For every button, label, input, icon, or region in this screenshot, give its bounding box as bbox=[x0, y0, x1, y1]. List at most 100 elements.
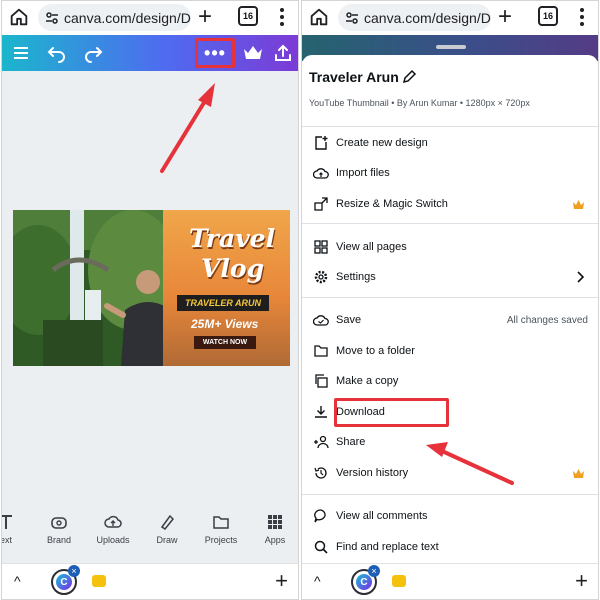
menu-item-find-replace[interactable]: Find and replace text bbox=[302, 534, 598, 560]
nav-projects[interactable]: Projects bbox=[191, 513, 251, 545]
canva-logo-icon: C bbox=[56, 574, 72, 590]
menu-item-move-to-folder[interactable]: Move to a folder bbox=[302, 338, 598, 364]
tab-count-button[interactable]: 16 bbox=[538, 6, 558, 26]
menu-item-save[interactable]: Save All changes saved bbox=[302, 307, 598, 333]
right-screenshot-panel: canva.com/design/DA + 16 Traveler Arun Y… bbox=[301, 0, 599, 600]
new-tab-icon[interactable]: + bbox=[498, 5, 512, 29]
nav-label: Projects bbox=[204, 535, 238, 545]
canva-logo-icon: C bbox=[356, 574, 372, 590]
menu-item-view-comments[interactable]: View all comments bbox=[302, 503, 598, 529]
canva-toolbar: ••• bbox=[2, 35, 298, 71]
editor-bottom-nav: ext Brand Uploads Draw Projects Apps bbox=[2, 513, 298, 553]
close-icon[interactable]: × bbox=[368, 565, 380, 577]
url-text: canva.com/design/DA bbox=[64, 9, 191, 26]
thumbnail-title-line1: Travel bbox=[189, 224, 276, 253]
chevron-up-icon[interactable]: ^ bbox=[14, 573, 21, 589]
cloud-upload-icon bbox=[104, 515, 122, 528]
menu-item-version-history[interactable]: Version history bbox=[302, 460, 598, 486]
menu-item-share[interactable]: Share bbox=[302, 429, 598, 455]
undo-icon[interactable] bbox=[46, 43, 68, 63]
url-field[interactable]: canva.com/design/DA bbox=[338, 4, 491, 31]
nav-draw[interactable]: Draw bbox=[137, 513, 197, 545]
divider bbox=[302, 297, 598, 298]
waterfall-photo bbox=[13, 210, 173, 366]
divider bbox=[302, 494, 598, 495]
menu-item-label: Find and replace text bbox=[336, 541, 439, 553]
design-title[interactable]: Traveler Arun bbox=[309, 69, 598, 85]
nav-brand[interactable]: Brand bbox=[29, 513, 89, 545]
browser-menu-icon[interactable] bbox=[579, 6, 585, 28]
nav-label: ext bbox=[1, 535, 12, 545]
download-icon bbox=[315, 406, 327, 418]
thumbnail-title-line2: Vlog bbox=[201, 254, 265, 283]
design-thumbnail[interactable]: Travel Vlog TRAVELER ARUN 25M+ Views WAT… bbox=[13, 210, 290, 366]
menu-item-label: Share bbox=[336, 436, 366, 448]
download-highlight-box bbox=[334, 398, 449, 427]
gear-icon bbox=[314, 270, 328, 284]
extension-icon[interactable] bbox=[92, 575, 106, 587]
menu-item-view-all-pages[interactable]: View all pages bbox=[302, 234, 598, 260]
browser-address-bar: canva.com/design/DA + 16 bbox=[2, 1, 298, 35]
url-field[interactable]: canva.com/design/DA bbox=[38, 4, 191, 31]
search-icon bbox=[314, 540, 328, 554]
nav-apps[interactable]: Apps bbox=[245, 513, 298, 545]
menu-item-import-files[interactable]: Import files bbox=[302, 160, 598, 186]
folder-icon bbox=[314, 345, 328, 357]
menu-item-label: Resize & Magic Switch bbox=[336, 198, 448, 210]
chevron-right-icon bbox=[577, 271, 584, 283]
history-icon bbox=[314, 467, 327, 479]
crown-icon[interactable] bbox=[242, 43, 264, 63]
pen-icon bbox=[160, 514, 175, 531]
menu-item-label: View all comments bbox=[336, 510, 428, 522]
browser-menu-icon[interactable] bbox=[279, 6, 285, 28]
sheet-drag-handle[interactable] bbox=[436, 45, 466, 49]
more-options-button[interactable]: ••• bbox=[195, 38, 235, 68]
divider bbox=[302, 223, 598, 224]
browser-address-bar: canva.com/design/DA + 16 bbox=[302, 1, 598, 35]
plus-icon[interactable]: + bbox=[575, 568, 588, 594]
site-settings-icon[interactable] bbox=[344, 10, 360, 26]
nav-label: Brand bbox=[46, 535, 72, 545]
menu-item-create-new-design[interactable]: Create new design bbox=[302, 130, 598, 156]
new-tab-icon[interactable]: + bbox=[198, 5, 212, 29]
browser-bottom-bar: ^ C × + bbox=[302, 563, 598, 599]
url-text: canva.com/design/DA bbox=[364, 9, 491, 26]
hamburger-menu-icon[interactable] bbox=[11, 43, 33, 63]
menu-item-settings[interactable]: Settings bbox=[302, 264, 598, 290]
menu-item-resize[interactable]: Resize & Magic Switch bbox=[302, 191, 598, 217]
divider bbox=[302, 126, 598, 127]
extension-icon[interactable] bbox=[392, 575, 406, 587]
text-icon bbox=[2, 515, 12, 529]
resize-icon bbox=[314, 197, 328, 211]
home-icon[interactable] bbox=[8, 6, 30, 28]
grid-icon bbox=[314, 240, 328, 254]
redo-icon[interactable] bbox=[82, 43, 104, 63]
menu-item-label: Make a copy bbox=[336, 375, 399, 387]
tab-count-button[interactable]: 16 bbox=[238, 6, 258, 26]
chevron-up-icon[interactable]: ^ bbox=[314, 573, 321, 589]
design-subtitle: YouTube Thumbnail • By Arun Kumar • 1280… bbox=[309, 98, 530, 108]
share-people-icon bbox=[314, 435, 329, 449]
close-icon[interactable]: × bbox=[68, 565, 80, 577]
nav-uploads[interactable]: Uploads bbox=[83, 513, 143, 545]
menu-item-label: Import files bbox=[336, 167, 390, 179]
pencil-icon[interactable] bbox=[401, 69, 417, 85]
folder-icon bbox=[213, 516, 229, 529]
grid-icon bbox=[268, 515, 282, 529]
thumbnail-name-banner: TRAVELER ARUN bbox=[177, 295, 269, 311]
cloud-check-icon bbox=[313, 315, 329, 326]
brand-icon bbox=[51, 517, 67, 529]
menu-item-make-a-copy[interactable]: Make a copy bbox=[302, 368, 598, 394]
plus-doc-icon bbox=[315, 136, 328, 150]
save-status: All changes saved bbox=[506, 314, 588, 326]
plus-icon[interactable]: + bbox=[275, 568, 288, 594]
menu-item-label: Save bbox=[336, 314, 362, 326]
thumbnail-views: 25M+ Views bbox=[191, 317, 259, 331]
menu-item-label: View all pages bbox=[336, 241, 407, 253]
premium-crown-icon bbox=[573, 199, 584, 209]
share-upload-icon[interactable] bbox=[272, 43, 294, 63]
menu-item-label: Version history bbox=[336, 467, 409, 479]
thumbnail-cta: WATCH NOW bbox=[194, 336, 256, 349]
site-settings-icon[interactable] bbox=[44, 10, 60, 26]
home-icon[interactable] bbox=[308, 6, 330, 28]
